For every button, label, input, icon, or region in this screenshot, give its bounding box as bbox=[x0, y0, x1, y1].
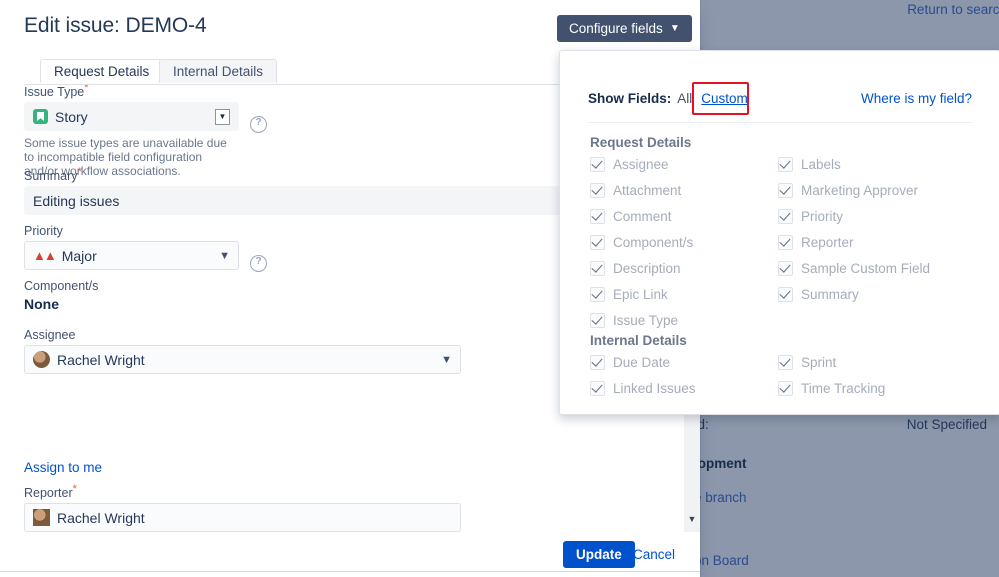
issue-type-label: Issue Type* bbox=[24, 85, 239, 99]
configure-fields-label: Configure fields bbox=[569, 21, 663, 36]
chevron-down-icon[interactable]: ▼ bbox=[684, 514, 700, 524]
field-priority: Priority ▲▲ Major ▼ bbox=[24, 224, 239, 270]
reporter-value: Rachel Wright bbox=[57, 509, 145, 526]
priority-select[interactable]: ▲▲ Major ▼ bbox=[24, 241, 239, 270]
assignee-value: Rachel Wright bbox=[57, 351, 145, 368]
avatar bbox=[33, 509, 50, 526]
checkbox-checked-icon[interactable] bbox=[778, 354, 793, 370]
field-option-marketing-approver[interactable]: Marketing Approver bbox=[778, 177, 978, 203]
checkbox-checked-icon[interactable] bbox=[590, 234, 605, 250]
field-option-time-tracking[interactable]: Time Tracking bbox=[778, 375, 978, 401]
page-title: Edit issue: DEMO-4 bbox=[24, 14, 207, 37]
checkbox-checked-icon[interactable] bbox=[778, 260, 793, 276]
avatar bbox=[33, 351, 50, 368]
field-option-epic-link[interactable]: Epic Link bbox=[590, 281, 780, 307]
show-custom-wrapper: Custom bbox=[692, 81, 750, 115]
story-icon bbox=[33, 109, 48, 124]
checkbox-checked-icon[interactable] bbox=[590, 354, 605, 370]
return-to-search-link[interactable]: Return to search bbox=[907, 2, 999, 17]
group-heading-request-details: Request Details bbox=[590, 135, 692, 150]
chevron-down-icon: ▼ bbox=[441, 353, 452, 366]
fields-column-left: Request Details Assignee Attachment Comm… bbox=[590, 135, 780, 401]
assignee-select[interactable]: Rachel Wright ▼ bbox=[24, 345, 461, 374]
created-value: Not Specified bbox=[906, 417, 987, 432]
required-asterisk: * bbox=[72, 482, 77, 495]
dialog-divider bbox=[0, 571, 700, 572]
field-option-sample-custom-field[interactable]: Sample Custom Field bbox=[778, 255, 978, 281]
chevron-down-icon[interactable]: ▼ bbox=[215, 108, 230, 125]
issue-type-select[interactable]: Story ▼ bbox=[24, 102, 239, 131]
field-components: Component/s None bbox=[24, 279, 324, 312]
field-option-linked-issues[interactable]: Linked Issues bbox=[590, 375, 780, 401]
configure-fields-dropdown: Show Fields: All Custom Where is my fiel… bbox=[559, 50, 999, 415]
summary-value: Editing issues bbox=[33, 192, 120, 209]
field-option-reporter[interactable]: Reporter bbox=[778, 229, 978, 255]
update-button[interactable]: Update bbox=[563, 541, 635, 568]
issue-type-value: Story bbox=[55, 108, 88, 125]
show-all-link[interactable]: All bbox=[677, 91, 692, 106]
field-option-assignee[interactable]: Assignee bbox=[590, 151, 780, 177]
checkbox-checked-icon[interactable] bbox=[590, 312, 605, 328]
field-option-issue-type[interactable]: Issue Type bbox=[590, 307, 780, 333]
chevron-down-icon: ▼ bbox=[219, 249, 230, 262]
reporter-label: Reporter* bbox=[24, 482, 77, 500]
field-option-summary[interactable]: Summary bbox=[778, 281, 978, 307]
dropdown-header: Show Fields: All Custom Where is my fiel… bbox=[588, 81, 972, 115]
field-option-labels[interactable]: Labels bbox=[778, 151, 978, 177]
assignee-label: Assignee bbox=[24, 328, 76, 342]
group-heading-internal-details: Internal Details bbox=[590, 333, 687, 348]
tab-internal-details[interactable]: Internal Details bbox=[159, 59, 278, 83]
field-option-priority[interactable]: Priority bbox=[778, 203, 978, 229]
field-issue-type: Issue Type* Story ▼ Some issue types are… bbox=[24, 85, 239, 178]
issue-type-help-icon[interactable]: ? bbox=[250, 116, 267, 133]
cancel-button[interactable]: Cancel bbox=[633, 547, 675, 562]
checkbox-checked-icon[interactable] bbox=[778, 156, 793, 172]
assign-to-me-link[interactable]: Assign to me bbox=[24, 460, 102, 475]
field-option-due-date[interactable]: Due Date bbox=[590, 349, 780, 375]
required-asterisk: * bbox=[84, 85, 89, 94]
checkbox-checked-icon[interactable] bbox=[590, 182, 605, 198]
tab-request-details[interactable]: Request Details bbox=[40, 59, 164, 83]
field-option-attachment[interactable]: Attachment bbox=[590, 177, 780, 203]
required-asterisk: * bbox=[77, 165, 82, 178]
checkbox-checked-icon[interactable] bbox=[778, 234, 793, 250]
configure-fields-button[interactable]: Configure fields ▼ bbox=[557, 15, 692, 42]
field-reporter: Reporter* Rachel Wright Start typing to … bbox=[24, 482, 461, 532]
checkbox-checked-icon[interactable] bbox=[778, 182, 793, 198]
priority-label: Priority bbox=[24, 224, 63, 238]
view-on-board-link[interactable]: on Board bbox=[694, 553, 749, 568]
components-value: None bbox=[24, 296, 59, 312]
fields-column-right: Request Details Labels Marketing Approve… bbox=[778, 135, 978, 401]
field-assignee: Assignee Rachel Wright ▼ bbox=[24, 328, 461, 374]
checkbox-checked-icon[interactable] bbox=[590, 380, 605, 396]
priority-major-icon: ▲▲ bbox=[33, 248, 57, 263]
checkbox-checked-icon[interactable] bbox=[590, 260, 605, 276]
checkbox-checked-icon[interactable] bbox=[590, 156, 605, 172]
show-custom-link[interactable]: Custom bbox=[701, 91, 748, 106]
dropdown-divider bbox=[588, 122, 972, 123]
checkbox-checked-icon[interactable] bbox=[590, 286, 605, 302]
field-option-description[interactable]: Description bbox=[590, 255, 780, 281]
priority-value: Major bbox=[61, 247, 97, 264]
show-fields-label: Show Fields: bbox=[588, 90, 672, 106]
components-label: Component/s bbox=[24, 279, 99, 293]
reporter-input[interactable]: Rachel Wright bbox=[24, 503, 461, 532]
development-heading: lopment bbox=[694, 456, 747, 471]
field-option-components[interactable]: Component/s bbox=[590, 229, 780, 255]
checkbox-checked-icon[interactable] bbox=[778, 208, 793, 224]
create-branch-link[interactable]: e branch bbox=[694, 490, 747, 505]
checkbox-checked-icon[interactable] bbox=[590, 208, 605, 224]
priority-help-icon[interactable]: ? bbox=[250, 255, 267, 272]
field-option-comment[interactable]: Comment bbox=[590, 203, 780, 229]
chevron-down-icon: ▼ bbox=[669, 23, 680, 34]
checkbox-checked-icon[interactable] bbox=[778, 380, 793, 396]
checkbox-checked-icon[interactable] bbox=[778, 286, 793, 302]
field-option-sprint[interactable]: Sprint bbox=[778, 349, 978, 375]
where-is-my-field-link[interactable]: Where is my field? bbox=[861, 91, 972, 106]
